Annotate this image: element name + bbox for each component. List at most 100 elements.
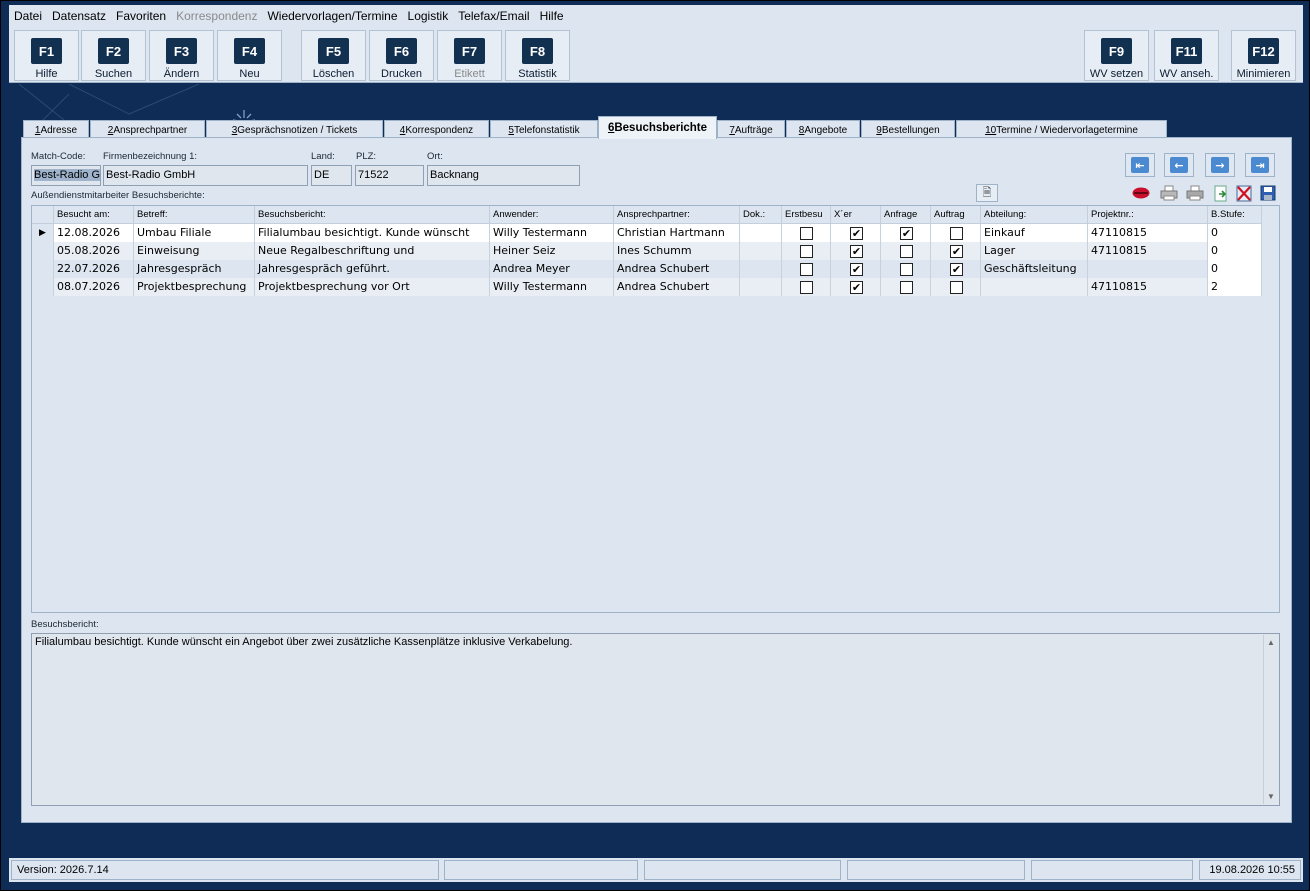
checkbox-auftrag[interactable] <box>950 227 963 240</box>
row-indicator[interactable] <box>32 278 54 296</box>
menu-datensatz[interactable]: Datensatz <box>47 9 111 23</box>
cell-dok[interactable] <box>740 224 782 242</box>
cell-besuchsbericht[interactable]: Jahresgespräch geführt. <box>255 260 490 278</box>
col-header-auftrag[interactable]: Auftrag <box>931 206 981 224</box>
f12-minimize-button[interactable]: F12 Minimieren <box>1231 30 1296 81</box>
col-header-anfrage[interactable]: Anfrage <box>881 206 931 224</box>
f8-statistics-button[interactable]: F8 Statistik <box>505 30 570 81</box>
col-header-abteilung[interactable]: Abteilung: <box>981 206 1088 224</box>
f9-set-reminder-button[interactable]: F9 WV setzen <box>1084 30 1149 81</box>
menu-favoriten[interactable]: Favoriten <box>111 9 171 23</box>
col-header-projektnr[interactable]: Projektnr.: <box>1088 206 1208 224</box>
print-button[interactable] <box>1159 184 1179 202</box>
checkbox-anfrage[interactable] <box>900 263 913 276</box>
menu-telefax-email[interactable]: Telefax/Email <box>453 9 534 23</box>
checkbox-erstbesuch[interactable] <box>800 281 813 294</box>
cell-besuchsbericht[interactable]: Neue Regalbeschriftung und <box>255 242 490 260</box>
checkbox-auftrag[interactable]: ✔ <box>950 245 963 258</box>
cell-betreff[interactable]: Einweisung <box>134 242 255 260</box>
zip-field[interactable]: 71522 <box>355 165 424 186</box>
table-row[interactable]: 22.07.2026 Jahresgespräch Jahresgespräch g… <box>32 260 1262 278</box>
company-name-field[interactable]: Best-Radio GmbH <box>103 165 308 186</box>
cell-projektnr[interactable]: 47110815 <box>1088 278 1208 296</box>
f11-view-reminder-button[interactable]: F11 WV anseh. <box>1154 30 1219 81</box>
country-field[interactable]: DE <box>311 165 352 186</box>
col-header-erstbesuch[interactable]: Erstbesu <box>782 206 831 224</box>
col-header-ansprechpartner[interactable]: Ansprechpartner: <box>614 206 740 224</box>
cell-projektnr[interactable]: 47110815 <box>1088 242 1208 260</box>
f4-new-button[interactable]: F4 Neu <box>217 30 282 81</box>
cell-betreff[interactable]: Projektbesprechung <box>134 278 255 296</box>
menu-korrespondenz[interactable]: Korrespondenz <box>171 9 262 23</box>
cell-anwender[interactable]: Willy Testermann <box>490 278 614 296</box>
cell-besucht-am[interactable]: 22.07.2026 <box>54 260 134 278</box>
checkbox-xer[interactable]: ✔ <box>850 227 863 240</box>
cell-bstufe[interactable]: 0 <box>1208 260 1262 278</box>
checkbox-xer[interactable]: ✔ <box>850 281 863 294</box>
cell-projektnr[interactable]: 47110815 <box>1088 224 1208 242</box>
memo-scrollbar[interactable]: ▲ ▼ <box>1263 635 1278 804</box>
previous-record-button[interactable]: ← <box>1164 153 1194 177</box>
cell-besucht-am[interactable]: 05.08.2026 <box>54 242 134 260</box>
cell-betreff[interactable]: Umbau Filiale <box>134 224 255 242</box>
visit-report-memo[interactable]: Filialumbau besichtigt. Kunde wünscht ei… <box>31 633 1280 806</box>
tab-besuchsberichte[interactable]: 6 Besuchsberichte <box>598 116 717 139</box>
col-header-besuchsbericht[interactable]: Besuchsbericht: <box>255 206 490 224</box>
cell-ansprechpartner[interactable]: Andrea Schubert <box>614 260 740 278</box>
cell-anwender[interactable]: Heiner Seiz <box>490 242 614 260</box>
col-header-xer[interactable]: X´er <box>831 206 881 224</box>
cell-besucht-am[interactable]: 12.08.2026 <box>54 224 134 242</box>
col-header-bstufe[interactable]: B.Stufe: <box>1208 206 1262 224</box>
table-row[interactable]: 05.08.2026 Einweisung Neue Regalbeschriftu… <box>32 242 1262 260</box>
cell-ansprechpartner[interactable]: Christian Hartmann <box>614 224 740 242</box>
cell-besucht-am[interactable]: 08.07.2026 <box>54 278 134 296</box>
menu-hilfe[interactable]: Hilfe <box>535 9 569 23</box>
checkbox-erstbesuch[interactable] <box>800 227 813 240</box>
next-record-button[interactable]: → <box>1205 153 1235 177</box>
cell-bstufe[interactable]: 0 <box>1208 242 1262 260</box>
print-preview-button[interactable] <box>1185 184 1205 202</box>
checkbox-erstbesuch[interactable] <box>800 263 813 276</box>
checkbox-xer[interactable]: ✔ <box>850 263 863 276</box>
cell-dok[interactable] <box>740 260 782 278</box>
cell-betreff[interactable]: Jahresgespräch <box>134 260 255 278</box>
checkbox-anfrage[interactable]: ✔ <box>900 227 913 240</box>
checkbox-xer[interactable]: ✔ <box>850 245 863 258</box>
matchcode-field[interactable]: Best-Radio Gr <box>31 165 101 186</box>
first-record-button[interactable]: ⇤ <box>1125 153 1155 177</box>
col-header-dok[interactable]: Dok.: <box>740 206 782 224</box>
col-header-betreff[interactable]: Betreff: <box>134 206 255 224</box>
row-indicator[interactable] <box>32 242 54 260</box>
table-row[interactable]: ▶ 12.08.2026 Umbau Filiale Filialumbau besi… <box>32 224 1262 242</box>
cell-abteilung[interactable]: Geschäftsleitung <box>981 260 1088 278</box>
cell-ansprechpartner[interactable]: Andrea Schubert <box>614 278 740 296</box>
menu-wiedervorlagen[interactable]: Wiedervorlagen/Termine <box>262 9 402 23</box>
cell-dok[interactable] <box>740 242 782 260</box>
export-button[interactable] <box>1211 184 1231 202</box>
row-indicator[interactable] <box>32 260 54 278</box>
cell-abteilung[interactable]: Lager <box>981 242 1088 260</box>
speech-button[interactable] <box>1131 184 1151 202</box>
table-row[interactable]: 08.07.2026 Projektbesprechung Projektbespr… <box>32 278 1262 296</box>
f7-label-button[interactable]: F7 Etikett <box>437 30 502 81</box>
cell-besuchsbericht[interactable]: Projektbesprechung vor Ort <box>255 278 490 296</box>
f5-delete-button[interactable]: F5 Löschen <box>301 30 366 81</box>
delete-record-button[interactable] <box>1234 184 1254 202</box>
city-field[interactable]: Backnang <box>427 165 580 186</box>
cell-besuchsbericht[interactable]: Filialumbau besichtigt. Kunde wünscht <box>255 224 490 242</box>
f2-search-button[interactable]: F2 Suchen <box>81 30 146 81</box>
col-header-anwender[interactable]: Anwender: <box>490 206 614 224</box>
cell-abteilung[interactable] <box>981 278 1088 296</box>
cell-projektnr[interactable] <box>1088 260 1208 278</box>
checkbox-anfrage[interactable] <box>900 245 913 258</box>
cell-bstufe[interactable]: 0 <box>1208 224 1262 242</box>
checkbox-erstbesuch[interactable] <box>800 245 813 258</box>
cell-ansprechpartner[interactable]: Ines Schumm <box>614 242 740 260</box>
cell-bstufe[interactable]: 2 <box>1208 278 1262 296</box>
save-button[interactable] <box>1258 184 1278 202</box>
row-indicator[interactable]: ▶ <box>32 224 54 242</box>
cell-dok[interactable] <box>740 278 782 296</box>
attach-document-button[interactable]: 🗎 <box>976 184 998 202</box>
checkbox-auftrag[interactable] <box>950 281 963 294</box>
cell-abteilung[interactable]: Einkauf <box>981 224 1088 242</box>
